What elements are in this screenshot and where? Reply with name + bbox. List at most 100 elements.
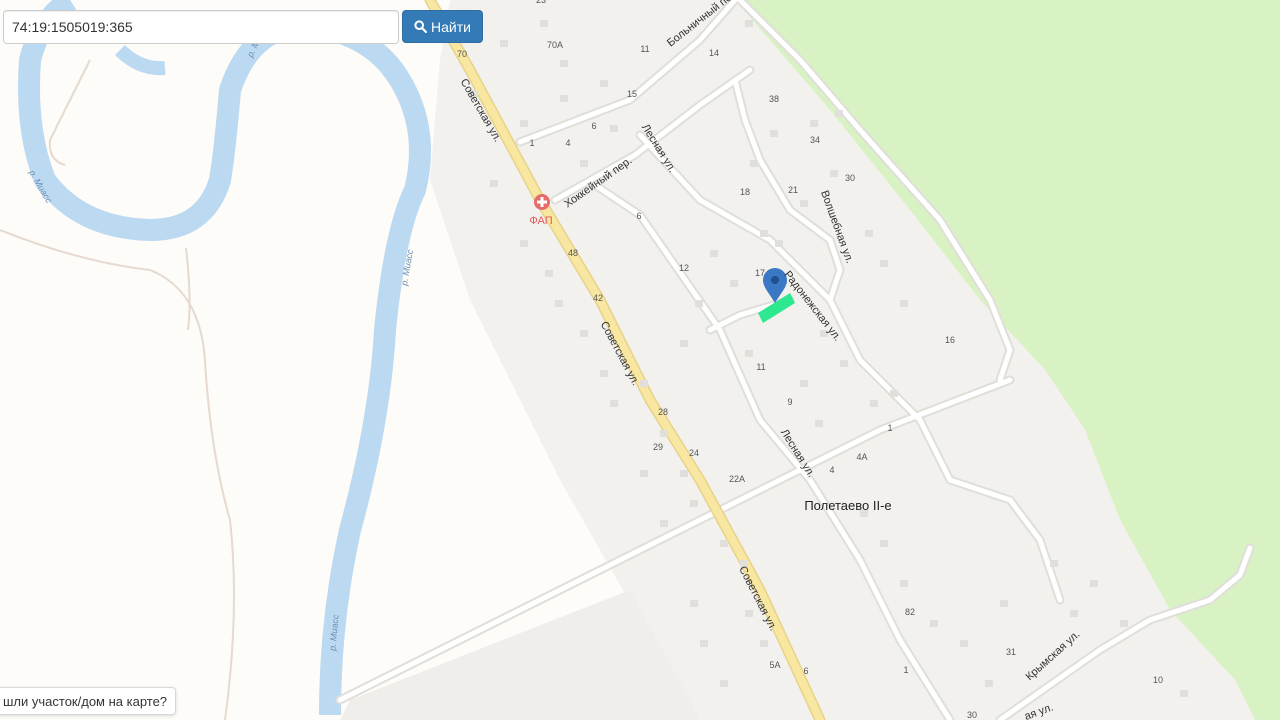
building [870, 400, 878, 407]
building [1050, 560, 1058, 567]
house-number: 4 [829, 465, 834, 475]
find-parcel-hint[interactable]: шли участок/дом на карте? [0, 687, 177, 715]
building [775, 240, 783, 247]
house-number: 15 [627, 89, 637, 99]
building [730, 280, 738, 287]
house-number: 10 [1153, 675, 1163, 685]
house-number: 28 [658, 407, 668, 417]
poi-medical-icon[interactable] [534, 194, 550, 210]
building [1120, 620, 1128, 627]
search-input[interactable] [3, 10, 399, 44]
building [1090, 580, 1098, 587]
house-number: 11 [756, 362, 765, 372]
building [680, 340, 688, 347]
building [580, 160, 588, 167]
house-number: 1 [903, 665, 908, 675]
building [695, 300, 703, 307]
building [900, 300, 908, 307]
house-number: 11 [640, 44, 649, 54]
house-number: 6 [803, 666, 808, 676]
building [490, 180, 498, 187]
village-label: Полетаево II-е [804, 498, 891, 513]
building [745, 20, 753, 27]
building [760, 230, 768, 237]
house-number: 5А [769, 660, 780, 670]
building [810, 120, 818, 127]
building [690, 500, 698, 507]
building [600, 370, 608, 377]
building [555, 300, 563, 307]
house-number: 24 [689, 448, 699, 458]
building [840, 360, 848, 367]
house-number: 12 [679, 263, 689, 273]
building [880, 540, 888, 547]
building [660, 430, 668, 437]
house-number: 82 [905, 607, 915, 617]
building [830, 170, 838, 177]
house-number: 1 [887, 423, 892, 433]
building [680, 470, 688, 477]
building [835, 110, 843, 117]
house-number: 30 [845, 173, 855, 183]
building [1000, 600, 1008, 607]
building [500, 40, 508, 47]
house-number: 30 [967, 710, 977, 720]
building [600, 80, 608, 87]
building [520, 240, 528, 247]
building [710, 250, 718, 257]
building [900, 580, 908, 587]
building [815, 420, 823, 427]
house-number: 4А [856, 452, 867, 462]
house-number: 38 [769, 94, 779, 104]
building [745, 350, 753, 357]
house-number: 17 [755, 268, 765, 278]
building [865, 230, 873, 237]
building [800, 200, 808, 207]
building [660, 520, 668, 527]
house-number: 70 [457, 49, 467, 59]
house-number: 16 [945, 335, 955, 345]
building [520, 120, 528, 127]
building [720, 540, 728, 547]
building [760, 640, 768, 647]
house-number: 21 [788, 185, 798, 195]
house-number: 6 [591, 121, 596, 131]
house-number: 70А [547, 40, 563, 50]
building [560, 95, 568, 102]
building [985, 680, 993, 687]
house-number: 48 [568, 248, 578, 258]
house-number: 42 [593, 293, 603, 303]
hint-text: шли участок/дом на карте? [3, 693, 168, 709]
map-canvas[interactable]: ФАП Советская ул. Советская ул. Советска… [0, 0, 1280, 720]
building [580, 330, 588, 337]
house-number: 4 [565, 138, 570, 148]
house-number: 14 [709, 48, 719, 58]
search-button-label: Найти [431, 18, 471, 35]
building [745, 610, 753, 617]
house-number: 9 [787, 397, 792, 407]
house-number: 18 [740, 187, 750, 197]
house-number: 29 [653, 442, 663, 452]
building [770, 130, 778, 137]
house-number: 31 [1006, 647, 1016, 657]
building [890, 390, 898, 397]
building [545, 270, 553, 277]
house-number: 22А [729, 474, 745, 484]
building [540, 20, 548, 27]
building [700, 640, 708, 647]
poi-label: ФАП [529, 215, 552, 227]
house-number: 1 [529, 138, 534, 148]
building [560, 60, 568, 67]
building [610, 125, 618, 132]
search-icon [414, 20, 428, 33]
house-number: 6 [636, 211, 641, 221]
house-number: 34 [810, 135, 820, 145]
building [1180, 690, 1188, 697]
building [720, 680, 728, 687]
search-button[interactable]: Найти [402, 10, 483, 43]
building [610, 400, 618, 407]
building [800, 380, 808, 387]
building [880, 260, 888, 267]
building [640, 470, 648, 477]
building [930, 620, 938, 627]
